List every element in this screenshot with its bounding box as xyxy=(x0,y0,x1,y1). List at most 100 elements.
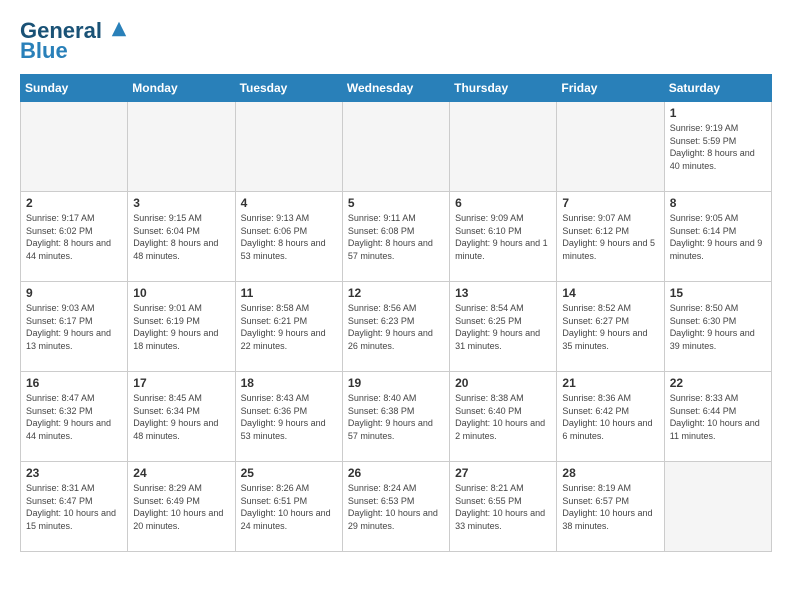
day-number: 22 xyxy=(670,376,766,390)
col-header-wednesday: Wednesday xyxy=(342,75,449,102)
day-info: Sunrise: 8:21 AMSunset: 6:55 PMDaylight:… xyxy=(455,482,551,532)
day-number: 18 xyxy=(241,376,337,390)
day-cell: 20 Sunrise: 8:38 AMSunset: 6:40 PMDayligh… xyxy=(450,372,557,462)
day-cell: 22 Sunrise: 8:33 AMSunset: 6:44 PMDayligh… xyxy=(664,372,771,462)
day-cell: 8 Sunrise: 9:05 AMSunset: 6:14 PMDaylight… xyxy=(664,192,771,282)
day-info: Sunrise: 8:54 AMSunset: 6:25 PMDaylight:… xyxy=(455,302,551,352)
col-header-thursday: Thursday xyxy=(450,75,557,102)
day-info: Sunrise: 9:03 AMSunset: 6:17 PMDaylight:… xyxy=(26,302,122,352)
day-info: Sunrise: 8:56 AMSunset: 6:23 PMDaylight:… xyxy=(348,302,444,352)
day-number: 20 xyxy=(455,376,551,390)
day-info: Sunrise: 8:58 AMSunset: 6:21 PMDaylight:… xyxy=(241,302,337,352)
day-number: 1 xyxy=(670,106,766,120)
week-row-0: 1 Sunrise: 9:19 AMSunset: 5:59 PMDaylight… xyxy=(21,102,772,192)
day-number: 9 xyxy=(26,286,122,300)
day-info: Sunrise: 8:50 AMSunset: 6:30 PMDaylight:… xyxy=(670,302,766,352)
day-number: 3 xyxy=(133,196,229,210)
col-header-sunday: Sunday xyxy=(21,75,128,102)
day-number: 7 xyxy=(562,196,658,210)
day-info: Sunrise: 8:19 AMSunset: 6:57 PMDaylight:… xyxy=(562,482,658,532)
week-row-2: 9 Sunrise: 9:03 AMSunset: 6:17 PMDaylight… xyxy=(21,282,772,372)
day-info: Sunrise: 9:13 AMSunset: 6:06 PMDaylight:… xyxy=(241,212,337,262)
day-cell: 26 Sunrise: 8:24 AMSunset: 6:53 PMDayligh… xyxy=(342,462,449,552)
day-info: Sunrise: 8:47 AMSunset: 6:32 PMDaylight:… xyxy=(26,392,122,442)
day-number: 27 xyxy=(455,466,551,480)
day-number: 8 xyxy=(670,196,766,210)
day-number: 24 xyxy=(133,466,229,480)
day-cell: 7 Sunrise: 9:07 AMSunset: 6:12 PMDaylight… xyxy=(557,192,664,282)
day-info: Sunrise: 9:15 AMSunset: 6:04 PMDaylight:… xyxy=(133,212,229,262)
day-cell: 4 Sunrise: 9:13 AMSunset: 6:06 PMDaylight… xyxy=(235,192,342,282)
day-info: Sunrise: 9:17 AMSunset: 6:02 PMDaylight:… xyxy=(26,212,122,262)
day-cell xyxy=(450,102,557,192)
day-number: 16 xyxy=(26,376,122,390)
day-info: Sunrise: 9:07 AMSunset: 6:12 PMDaylight:… xyxy=(562,212,658,262)
day-number: 5 xyxy=(348,196,444,210)
col-header-monday: Monday xyxy=(128,75,235,102)
day-info: Sunrise: 9:11 AMSunset: 6:08 PMDaylight:… xyxy=(348,212,444,262)
day-cell: 13 Sunrise: 8:54 AMSunset: 6:25 PMDayligh… xyxy=(450,282,557,372)
day-number: 6 xyxy=(455,196,551,210)
day-cell: 6 Sunrise: 9:09 AMSunset: 6:10 PMDaylight… xyxy=(450,192,557,282)
day-cell: 5 Sunrise: 9:11 AMSunset: 6:08 PMDaylight… xyxy=(342,192,449,282)
day-number: 26 xyxy=(348,466,444,480)
day-number: 25 xyxy=(241,466,337,480)
day-info: Sunrise: 8:24 AMSunset: 6:53 PMDaylight:… xyxy=(348,482,444,532)
day-cell xyxy=(557,102,664,192)
day-cell: 12 Sunrise: 8:56 AMSunset: 6:23 PMDayligh… xyxy=(342,282,449,372)
day-number: 11 xyxy=(241,286,337,300)
day-cell: 16 Sunrise: 8:47 AMSunset: 6:32 PMDayligh… xyxy=(21,372,128,462)
day-cell: 19Sunrise: 8:40 AMSunset: 6:38 PMDayligh… xyxy=(342,372,449,462)
day-cell: 25 Sunrise: 8:26 AMSunset: 6:51 PMDayligh… xyxy=(235,462,342,552)
col-header-saturday: Saturday xyxy=(664,75,771,102)
day-number: 14 xyxy=(562,286,658,300)
col-header-friday: Friday xyxy=(557,75,664,102)
day-cell: 28 Sunrise: 8:19 AMSunset: 6:57 PMDayligh… xyxy=(557,462,664,552)
page-header: General Blue xyxy=(20,20,772,64)
day-info: Sunrise: 9:05 AMSunset: 6:14 PMDaylight:… xyxy=(670,212,766,262)
day-cell: 24 Sunrise: 8:29 AMSunset: 6:49 PMDayligh… xyxy=(128,462,235,552)
day-info: Sunrise: 8:26 AMSunset: 6:51 PMDaylight:… xyxy=(241,482,337,532)
day-info: Sunrise: 8:38 AMSunset: 6:40 PMDaylight:… xyxy=(455,392,551,442)
day-info: Sunrise: 8:43 AMSunset: 6:36 PMDaylight:… xyxy=(241,392,337,442)
day-cell xyxy=(235,102,342,192)
day-number: 2 xyxy=(26,196,122,210)
logo-icon xyxy=(110,20,128,38)
day-cell xyxy=(128,102,235,192)
day-number: 23 xyxy=(26,466,122,480)
day-cell: 18 Sunrise: 8:43 AMSunset: 6:36 PMDayligh… xyxy=(235,372,342,462)
day-number: 12 xyxy=(348,286,444,300)
day-cell: 11 Sunrise: 8:58 AMSunset: 6:21 PMDayligh… xyxy=(235,282,342,372)
day-info: Sunrise: 8:36 AMSunset: 6:42 PMDaylight:… xyxy=(562,392,658,442)
day-cell: 21 Sunrise: 8:36 AMSunset: 6:42 PMDayligh… xyxy=(557,372,664,462)
day-number: 4 xyxy=(241,196,337,210)
day-cell: 27 Sunrise: 8:21 AMSunset: 6:55 PMDayligh… xyxy=(450,462,557,552)
day-number: 10 xyxy=(133,286,229,300)
day-info: Sunrise: 9:09 AMSunset: 6:10 PMDaylight:… xyxy=(455,212,551,262)
day-cell xyxy=(342,102,449,192)
day-cell: 10Sunrise: 9:01 AMSunset: 6:19 PMDayligh… xyxy=(128,282,235,372)
day-number: 21 xyxy=(562,376,658,390)
day-number: 28 xyxy=(562,466,658,480)
day-info: Sunrise: 8:29 AMSunset: 6:49 PMDaylight:… xyxy=(133,482,229,532)
col-header-tuesday: Tuesday xyxy=(235,75,342,102)
day-info: Sunrise: 8:45 AMSunset: 6:34 PMDaylight:… xyxy=(133,392,229,442)
week-row-3: 16 Sunrise: 8:47 AMSunset: 6:32 PMDayligh… xyxy=(21,372,772,462)
day-number: 19 xyxy=(348,376,444,390)
day-cell xyxy=(664,462,771,552)
day-cell: 15Sunrise: 8:50 AMSunset: 6:30 PMDayligh… xyxy=(664,282,771,372)
day-cell: 9 Sunrise: 9:03 AMSunset: 6:17 PMDaylight… xyxy=(21,282,128,372)
day-cell: 23Sunrise: 8:31 AMSunset: 6:47 PMDayligh… xyxy=(21,462,128,552)
day-cell: 1 Sunrise: 9:19 AMSunset: 5:59 PMDaylight… xyxy=(664,102,771,192)
day-cell: 14Sunrise: 8:52 AMSunset: 6:27 PMDayligh… xyxy=(557,282,664,372)
day-info: Sunrise: 8:33 AMSunset: 6:44 PMDaylight:… xyxy=(670,392,766,442)
day-cell: 2 Sunrise: 9:17 AMSunset: 6:02 PMDaylight… xyxy=(21,192,128,282)
logo: General Blue xyxy=(20,20,128,64)
week-row-1: 2 Sunrise: 9:17 AMSunset: 6:02 PMDaylight… xyxy=(21,192,772,282)
day-cell xyxy=(21,102,128,192)
day-cell: 3 Sunrise: 9:15 AMSunset: 6:04 PMDaylight… xyxy=(128,192,235,282)
day-info: Sunrise: 9:19 AMSunset: 5:59 PMDaylight:… xyxy=(670,122,766,172)
day-number: 17 xyxy=(133,376,229,390)
day-number: 13 xyxy=(455,286,551,300)
week-row-4: 23Sunrise: 8:31 AMSunset: 6:47 PMDayligh… xyxy=(21,462,772,552)
